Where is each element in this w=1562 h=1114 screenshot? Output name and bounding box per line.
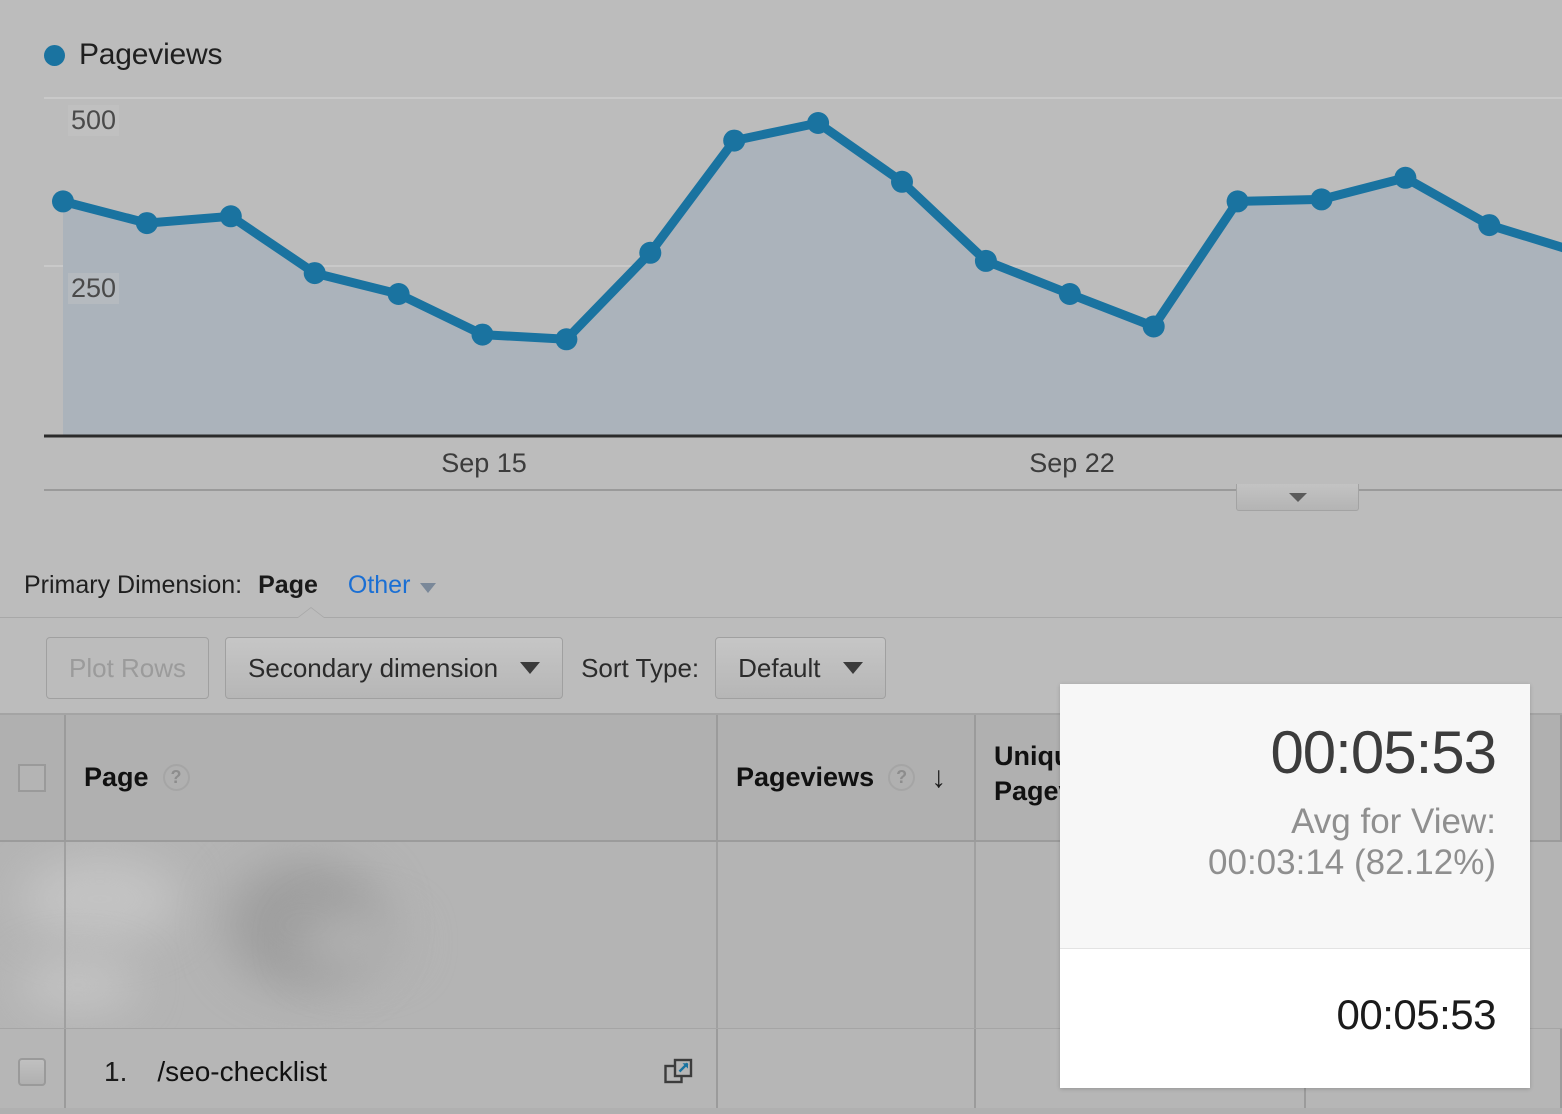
primary-dimension-active-notch <box>298 608 324 618</box>
x-axis-tick-sep22: Sep 22 <box>1029 448 1115 478</box>
chart-data-point[interactable] <box>303 262 326 285</box>
table-header-page-label: Page <box>84 762 149 793</box>
table-header-pageviews-label: Pageviews <box>736 762 875 793</box>
primary-dimension-tab-page[interactable]: Page <box>258 571 318 600</box>
primary-dimension-label: Primary Dimension: <box>24 571 243 599</box>
sort-type-value: Default <box>738 652 821 683</box>
chart-data-point[interactable] <box>723 129 746 152</box>
x-axis-tick-sep15: Sep 15 <box>441 448 527 478</box>
chart-data-point[interactable] <box>1058 283 1081 305</box>
chevron-down-icon <box>520 662 541 674</box>
chart-data-point[interactable] <box>1478 214 1501 237</box>
chart-data-point[interactable] <box>135 212 158 235</box>
tooltip-avg-label: Avg for View: <box>1291 802 1496 841</box>
chart-data-point[interactable] <box>974 249 997 272</box>
help-icon[interactable]: ? <box>888 764 916 791</box>
table-header-pageviews[interactable]: Pageviews ? ↓ <box>718 715 976 840</box>
checkbox-icon[interactable] <box>18 763 46 792</box>
chart-data-point[interactable] <box>471 323 494 346</box>
chevron-down-icon <box>842 662 863 674</box>
page-bottom-strip <box>0 1108 1562 1114</box>
metric-tooltip: 00:05:53 Avg for View: 00:03:14 (82.12%)… <box>1060 684 1530 1088</box>
sort-descending-icon[interactable]: ↓ <box>931 762 946 793</box>
chart-canvas <box>44 97 1562 438</box>
secondary-dimension-label: Secondary dimension <box>248 652 499 683</box>
tooltip-primary-value: 00:05:53 <box>1270 719 1497 786</box>
pageviews-area-chart[interactable]: 500 250 <box>0 90 1562 450</box>
primary-dimension-other-label: Other <box>347 571 411 599</box>
chart-data-point[interactable] <box>555 328 578 351</box>
chart-data-point[interactable] <box>1226 190 1249 213</box>
pageviews-legend-dot-icon <box>44 44 65 66</box>
analytics-report-page: Pageviews 500 250 Sep 15 Sep 22 Primary … <box>0 0 1562 1114</box>
secondary-dimension-button[interactable]: Secondary dimension <box>225 637 564 699</box>
y-axis-tick-250: 250 <box>68 273 120 304</box>
row-pageviews-cell <box>718 1029 976 1114</box>
plot-rows-label: Plot Rows <box>69 652 187 683</box>
chart-data-point[interactable] <box>891 170 913 193</box>
tooltip-row-value-area: 00:05:53 <box>1060 949 1530 1088</box>
chart-data-point[interactable] <box>52 190 74 213</box>
chart-expand-toggle[interactable] <box>1236 484 1359 511</box>
y-axis-tick-500: 500 <box>68 105 120 136</box>
help-icon[interactable]: ? <box>162 764 190 791</box>
chart-data-point[interactable] <box>807 112 830 134</box>
chart-data-point[interactable] <box>219 205 242 228</box>
chevron-down-icon <box>1288 492 1307 502</box>
chart-data-point[interactable] <box>639 241 662 264</box>
primary-dimension-bar: Primary Dimension: Page Other <box>0 562 1562 609</box>
sort-type-button[interactable]: Default <box>715 637 886 699</box>
chart-data-point[interactable] <box>1142 315 1165 338</box>
row-select-checkbox-cell[interactable] <box>0 1029 66 1114</box>
tooltip-row-value: 00:05:53 <box>1336 991 1497 1038</box>
checkbox-icon[interactable] <box>18 1057 46 1086</box>
external-link-icon[interactable] <box>664 1057 694 1087</box>
sort-type-label: Sort Type: <box>581 652 700 683</box>
tooltip-avg-value: 00:03:14 (82.12%) <box>1208 842 1496 882</box>
table-header-page[interactable]: Page ? <box>66 715 718 840</box>
chevron-down-icon <box>420 582 437 593</box>
chart-legend: Pageviews <box>44 38 222 72</box>
primary-dimension-divider <box>0 617 1562 618</box>
table-header-select-all[interactable] <box>0 715 66 840</box>
row-rank: 1. <box>104 1055 128 1087</box>
primary-dimension-other-menu[interactable]: Other <box>348 571 437 600</box>
row-page-cell: 1. /seo-checklist <box>66 1029 718 1114</box>
tooltip-summary: 00:05:53 Avg for View: 00:03:14 (82.12%) <box>1060 684 1530 949</box>
row-page-path[interactable]: /seo-checklist <box>157 1056 327 1088</box>
chart-legend-label: Pageviews <box>79 38 223 71</box>
chart-data-point[interactable] <box>1394 166 1417 189</box>
plot-rows-button[interactable]: Plot Rows <box>46 637 210 699</box>
chart-data-point[interactable] <box>387 283 410 305</box>
chart-data-point[interactable] <box>1310 188 1333 211</box>
chart-area-fill <box>63 123 1562 436</box>
